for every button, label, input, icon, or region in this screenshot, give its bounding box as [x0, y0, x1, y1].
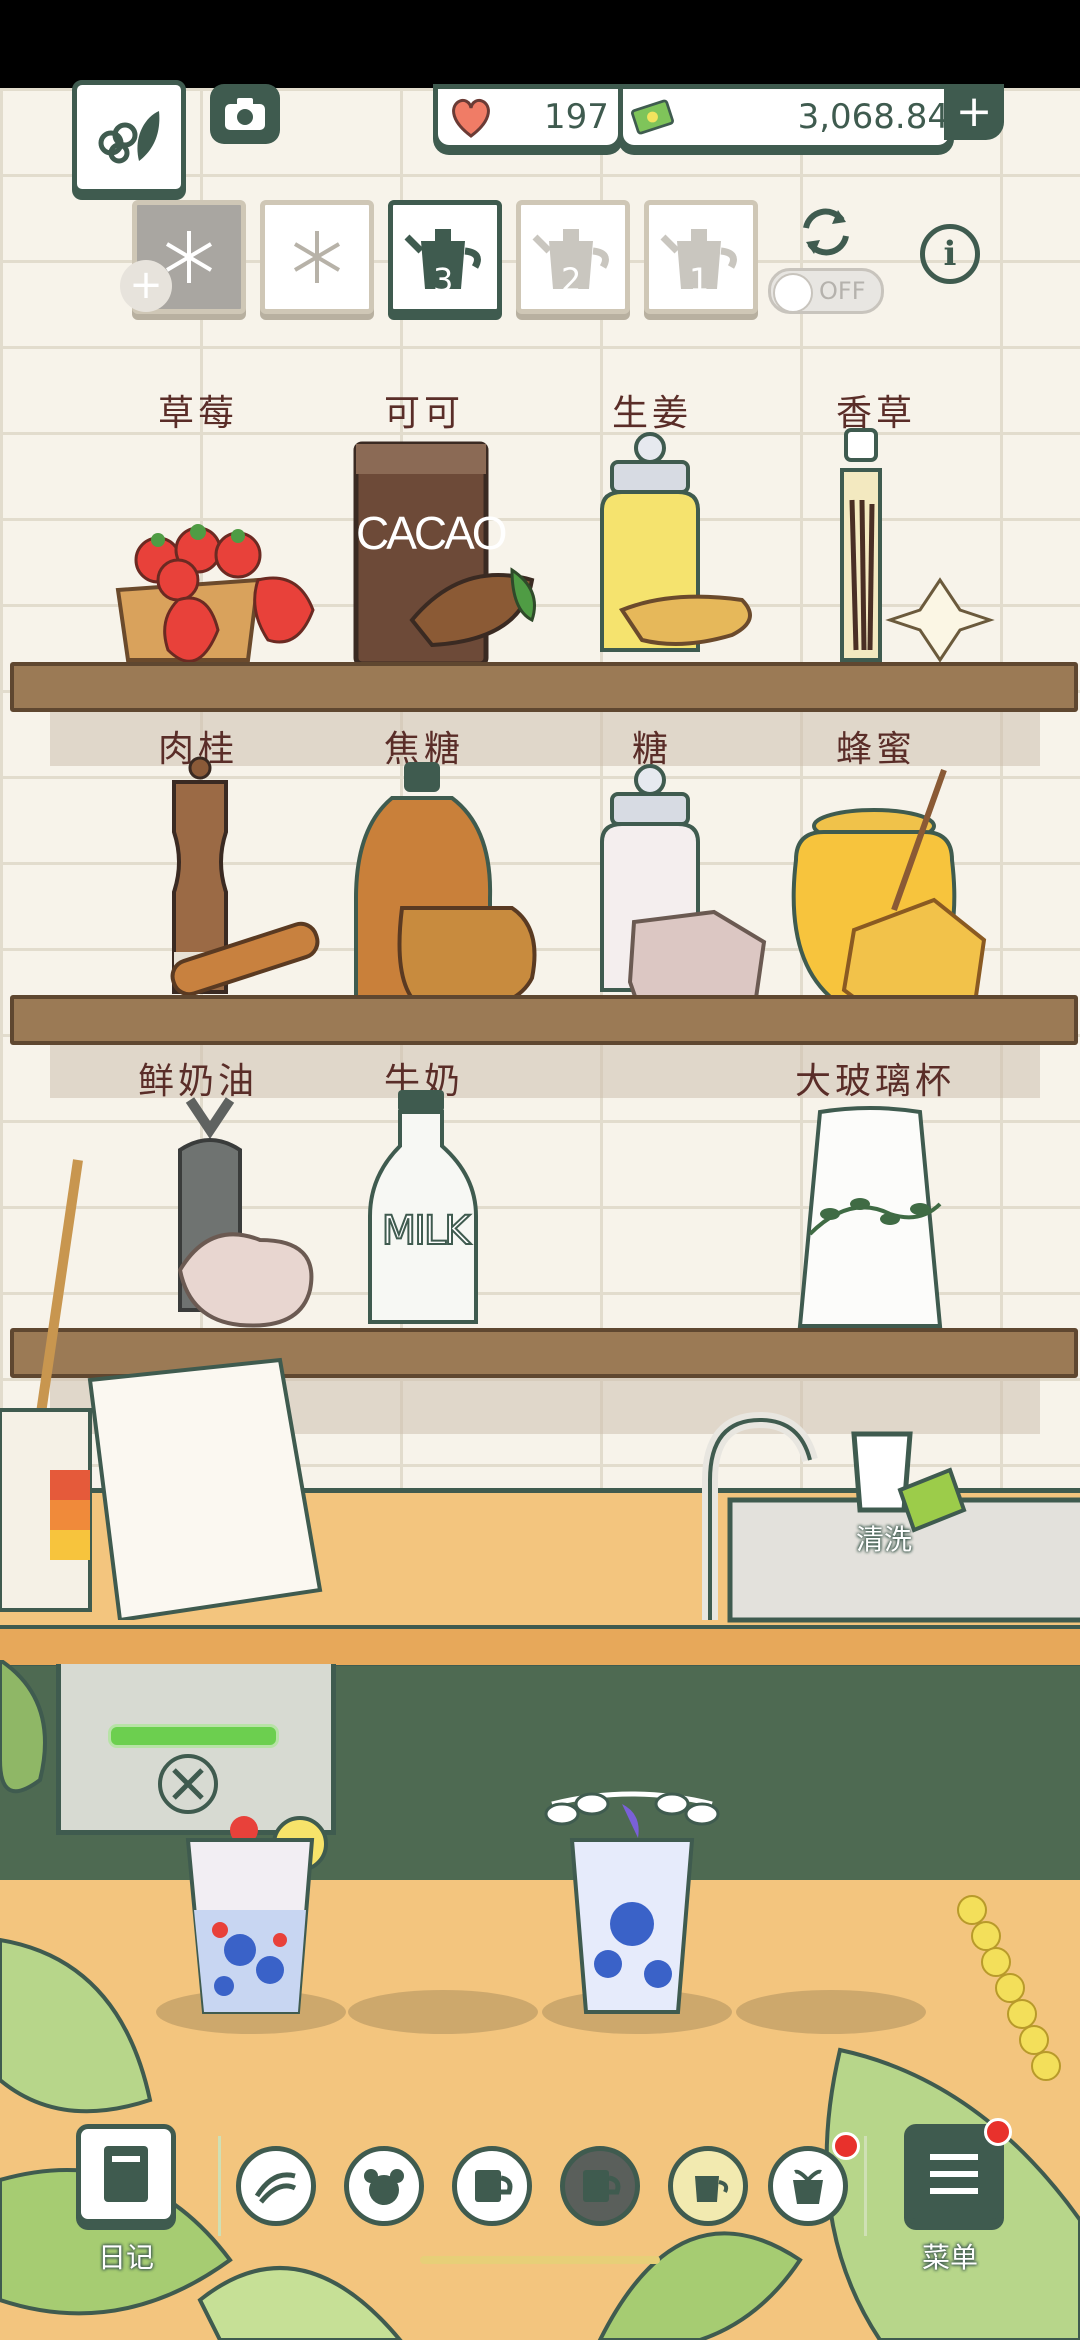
vanilla-bottle[interactable]: [820, 420, 1010, 680]
caramel-bottle[interactable]: [352, 758, 552, 1028]
honey-pot[interactable]: [784, 760, 1004, 1030]
slot-ice-2[interactable]: [260, 200, 374, 314]
wash-button[interactable]: 清洗: [856, 1518, 912, 1558]
slot-teapot-1[interactable]: 1: [644, 200, 758, 314]
cup-icon: [583, 2170, 621, 2202]
diary-button[interactable]: [76, 2124, 176, 2224]
sugar-jar[interactable]: [584, 762, 784, 1032]
toggle-knob: [773, 273, 813, 313]
plant-pot-icon: [793, 2169, 823, 2204]
info-button[interactable]: i: [920, 224, 980, 284]
heart-icon: [452, 98, 490, 138]
status-bar: [0, 0, 1080, 88]
bear-icon: [364, 2169, 404, 2205]
ingredient-label-cocoa: 可可: [383, 393, 464, 434]
shelf-1: [10, 662, 1078, 712]
add-ice-button[interactable]: +: [120, 260, 172, 312]
teapot-icon: [695, 2176, 729, 2202]
tool-pot-button[interactable]: [768, 2146, 848, 2226]
leaf-logo-icon: [98, 111, 160, 164]
tool-bear-button[interactable]: [344, 2146, 424, 2226]
diary-label: 日记: [98, 2241, 155, 2274]
toggle-label: OFF: [819, 277, 866, 305]
slot-number: 2: [561, 261, 582, 299]
tool-tongs-button[interactable]: [236, 2146, 316, 2226]
diary-icon: [104, 2146, 148, 2202]
divider: [218, 2136, 221, 2236]
notification-dot: [832, 2132, 860, 2160]
hearts-counter: 197: [433, 84, 623, 150]
money-counter: 3,068.84: [618, 84, 954, 150]
cinnamon-grinder[interactable]: [160, 752, 330, 1002]
money-value: 3,068.84: [797, 97, 949, 137]
shelf-2: [10, 995, 1078, 1045]
notification-dot: [984, 2118, 1012, 2146]
slot-teapot-3[interactable]: 3: [388, 200, 502, 314]
camera-button[interactable]: [210, 84, 280, 144]
ingredient-label-strawberry: 草莓: [157, 393, 238, 434]
album-button[interactable]: [72, 80, 186, 194]
hamburger-menu-icon: [930, 2154, 978, 2194]
slot-teapot-2[interactable]: 2: [516, 200, 630, 314]
ginger-jar[interactable]: [582, 430, 782, 670]
hearts-value: 197: [544, 97, 609, 137]
cash-icon: [631, 99, 674, 135]
mug-icon: [475, 2170, 513, 2202]
ingredient-label-ginger: 生姜: [611, 393, 692, 434]
recipe-book[interactable]: [0, 1150, 330, 1620]
swap-arrows-icon[interactable]: [796, 206, 856, 258]
tool-mug-button[interactable]: [452, 2146, 532, 2226]
milk-bottle-text: MILK: [381, 1207, 472, 1255]
snowflake-icon: [293, 231, 341, 283]
camera-icon: [225, 98, 265, 130]
ingredient-label-large-glass: 大玻璃杯: [794, 1061, 955, 1102]
divider: [864, 2136, 867, 2236]
add-money-button[interactable]: +: [944, 84, 1004, 140]
foreground-plants: [0, 1660, 1080, 2340]
menu-label: 菜单: [922, 2241, 979, 2274]
tool-teapot-button[interactable]: [668, 2146, 748, 2226]
auto-toggle[interactable]: OFF: [768, 268, 884, 314]
tongs-icon: [254, 2172, 297, 2204]
large-glass[interactable]: [790, 1104, 960, 1330]
slot-number: 3: [433, 261, 454, 299]
cacao-jar-text: CACAO: [356, 507, 508, 559]
home-indicator[interactable]: [420, 2256, 660, 2264]
tool-cup-button[interactable]: [560, 2146, 640, 2226]
slot-number: 1: [689, 261, 710, 299]
